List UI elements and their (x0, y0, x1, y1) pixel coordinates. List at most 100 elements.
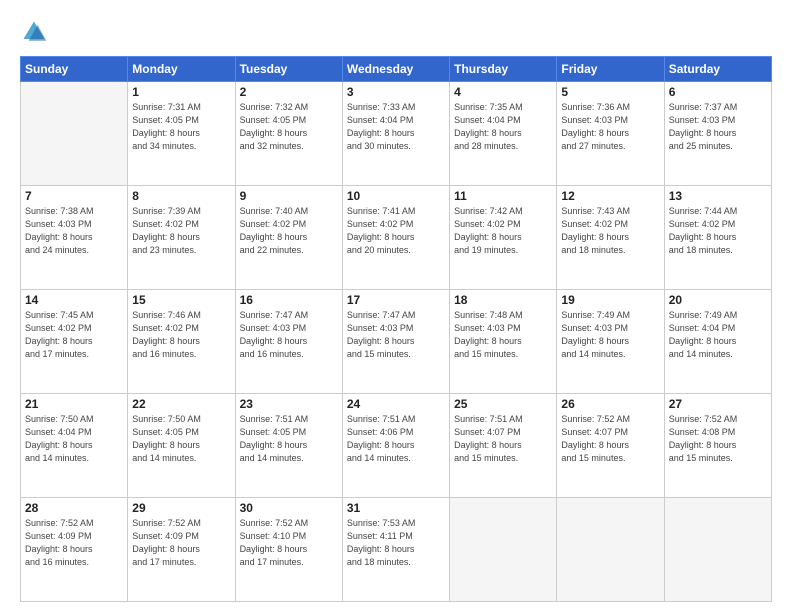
calendar-cell: 31 Sunrise: 7:53 AMSunset: 4:11 PMDayligh… (342, 498, 449, 602)
calendar-cell (557, 498, 664, 602)
calendar-week-row: 21 Sunrise: 7:50 AMSunset: 4:04 PMDayligh… (21, 394, 772, 498)
calendar-cell: 20 Sunrise: 7:49 AMSunset: 4:04 PMDayligh… (664, 290, 771, 394)
day-number: 5 (561, 85, 659, 99)
day-number: 30 (240, 501, 338, 515)
day-number: 24 (347, 397, 445, 411)
calendar-cell: 15 Sunrise: 7:46 AMSunset: 4:02 PMDayligh… (128, 290, 235, 394)
day-number: 14 (25, 293, 123, 307)
calendar-cell: 7 Sunrise: 7:38 AMSunset: 4:03 PMDaylight… (21, 186, 128, 290)
calendar-cell: 8 Sunrise: 7:39 AMSunset: 4:02 PMDaylight… (128, 186, 235, 290)
day-number: 26 (561, 397, 659, 411)
calendar-week-row: 28 Sunrise: 7:52 AMSunset: 4:09 PMDayligh… (21, 498, 772, 602)
day-info: Sunrise: 7:33 AMSunset: 4:04 PMDaylight:… (347, 101, 445, 153)
calendar-cell: 14 Sunrise: 7:45 AMSunset: 4:02 PMDayligh… (21, 290, 128, 394)
day-info: Sunrise: 7:52 AMSunset: 4:07 PMDaylight:… (561, 413, 659, 465)
calendar-cell: 6Sunrise: 7:37 AMSunset: 4:03 PMDaylight… (664, 82, 771, 186)
calendar-cell: 5 Sunrise: 7:36 AMSunset: 4:03 PMDaylight… (557, 82, 664, 186)
weekday-header: Thursday (450, 57, 557, 82)
calendar-cell: 21 Sunrise: 7:50 AMSunset: 4:04 PMDayligh… (21, 394, 128, 498)
day-info: Sunrise: 7:53 AMSunset: 4:11 PMDaylight:… (347, 517, 445, 569)
day-info: Sunrise: 7:45 AMSunset: 4:02 PMDaylight:… (25, 309, 123, 361)
calendar-cell: 29 Sunrise: 7:52 AMSunset: 4:09 PMDayligh… (128, 498, 235, 602)
day-info: Sunrise: 7:35 AMSunset: 4:04 PMDaylight:… (454, 101, 552, 153)
day-number: 16 (240, 293, 338, 307)
calendar-cell: 28 Sunrise: 7:52 AMSunset: 4:09 PMDayligh… (21, 498, 128, 602)
day-info: Sunrise: 7:52 AMSunset: 4:08 PMDaylight:… (669, 413, 767, 465)
calendar-cell: 12Sunrise: 7:43 AMSunset: 4:02 PMDayligh… (557, 186, 664, 290)
calendar-cell (664, 498, 771, 602)
calendar-table: SundayMondayTuesdayWednesdayThursdayFrid… (20, 56, 772, 602)
day-info: Sunrise: 7:31 AMSunset: 4:05 PMDaylight:… (132, 101, 230, 153)
day-info: Sunrise: 7:46 AMSunset: 4:02 PMDaylight:… (132, 309, 230, 361)
day-info: Sunrise: 7:40 AMSunset: 4:02 PMDaylight:… (240, 205, 338, 257)
calendar-cell: 9 Sunrise: 7:40 AMSunset: 4:02 PMDaylight… (235, 186, 342, 290)
day-number: 29 (132, 501, 230, 515)
logo-icon (20, 18, 48, 46)
weekday-header: Tuesday (235, 57, 342, 82)
day-number: 31 (347, 501, 445, 515)
day-number: 10 (347, 189, 445, 203)
calendar-cell: 1Sunrise: 7:31 AMSunset: 4:05 PMDaylight… (128, 82, 235, 186)
day-info: Sunrise: 7:52 AMSunset: 4:10 PMDaylight:… (240, 517, 338, 569)
day-info: Sunrise: 7:36 AMSunset: 4:03 PMDaylight:… (561, 101, 659, 153)
day-number: 25 (454, 397, 552, 411)
day-number: 13 (669, 189, 767, 203)
day-info: Sunrise: 7:51 AMSunset: 4:07 PMDaylight:… (454, 413, 552, 465)
day-number: 3 (347, 85, 445, 99)
weekday-header: Sunday (21, 57, 128, 82)
calendar-cell: 11 Sunrise: 7:42 AMSunset: 4:02 PMDayligh… (450, 186, 557, 290)
calendar-cell: 27 Sunrise: 7:52 AMSunset: 4:08 PMDayligh… (664, 394, 771, 498)
day-number: 18 (454, 293, 552, 307)
day-info: Sunrise: 7:38 AMSunset: 4:03 PMDaylight:… (25, 205, 123, 257)
calendar-cell: 3 Sunrise: 7:33 AMSunset: 4:04 PMDaylight… (342, 82, 449, 186)
day-number: 22 (132, 397, 230, 411)
day-info: Sunrise: 7:47 AMSunset: 4:03 PMDaylight:… (240, 309, 338, 361)
calendar-cell: 23Sunrise: 7:51 AMSunset: 4:05 PMDayligh… (235, 394, 342, 498)
calendar-week-row: 7 Sunrise: 7:38 AMSunset: 4:03 PMDaylight… (21, 186, 772, 290)
header (20, 18, 772, 46)
day-number: 15 (132, 293, 230, 307)
day-info: Sunrise: 7:32 AMSunset: 4:05 PMDaylight:… (240, 101, 338, 153)
day-number: 11 (454, 189, 552, 203)
day-number: 17 (347, 293, 445, 307)
day-number: 2 (240, 85, 338, 99)
day-info: Sunrise: 7:44 AMSunset: 4:02 PMDaylight:… (669, 205, 767, 257)
day-info: Sunrise: 7:41 AMSunset: 4:02 PMDaylight:… (347, 205, 445, 257)
day-number: 23 (240, 397, 338, 411)
calendar-week-row: 1Sunrise: 7:31 AMSunset: 4:05 PMDaylight… (21, 82, 772, 186)
calendar-cell: 13 Sunrise: 7:44 AMSunset: 4:02 PMDayligh… (664, 186, 771, 290)
day-info: Sunrise: 7:49 AMSunset: 4:04 PMDaylight:… (669, 309, 767, 361)
calendar-cell: 17Sunrise: 7:47 AMSunset: 4:03 PMDayligh… (342, 290, 449, 394)
day-info: Sunrise: 7:50 AMSunset: 4:04 PMDaylight:… (25, 413, 123, 465)
day-info: Sunrise: 7:50 AMSunset: 4:05 PMDaylight:… (132, 413, 230, 465)
day-number: 20 (669, 293, 767, 307)
day-number: 19 (561, 293, 659, 307)
day-info: Sunrise: 7:43 AMSunset: 4:02 PMDaylight:… (561, 205, 659, 257)
calendar-week-row: 14 Sunrise: 7:45 AMSunset: 4:02 PMDayligh… (21, 290, 772, 394)
calendar-cell: 24Sunrise: 7:51 AMSunset: 4:06 PMDayligh… (342, 394, 449, 498)
weekday-header: Wednesday (342, 57, 449, 82)
day-number: 28 (25, 501, 123, 515)
calendar-cell: 19 Sunrise: 7:49 AMSunset: 4:03 PMDayligh… (557, 290, 664, 394)
weekday-header: Friday (557, 57, 664, 82)
day-number: 27 (669, 397, 767, 411)
calendar-header-row: SundayMondayTuesdayWednesdayThursdayFrid… (21, 57, 772, 82)
weekday-header: Saturday (664, 57, 771, 82)
calendar-cell (450, 498, 557, 602)
logo (20, 18, 52, 46)
day-info: Sunrise: 7:49 AMSunset: 4:03 PMDaylight:… (561, 309, 659, 361)
calendar-cell: 10 Sunrise: 7:41 AMSunset: 4:02 PMDayligh… (342, 186, 449, 290)
day-number: 8 (132, 189, 230, 203)
day-number: 9 (240, 189, 338, 203)
day-info: Sunrise: 7:42 AMSunset: 4:02 PMDaylight:… (454, 205, 552, 257)
day-info: Sunrise: 7:52 AMSunset: 4:09 PMDaylight:… (132, 517, 230, 569)
calendar-cell: 4Sunrise: 7:35 AMSunset: 4:04 PMDaylight… (450, 82, 557, 186)
calendar-cell: 2 Sunrise: 7:32 AMSunset: 4:05 PMDaylight… (235, 82, 342, 186)
day-info: Sunrise: 7:37 AMSunset: 4:03 PMDaylight:… (669, 101, 767, 153)
day-number: 7 (25, 189, 123, 203)
calendar-cell: 26 Sunrise: 7:52 AMSunset: 4:07 PMDayligh… (557, 394, 664, 498)
day-info: Sunrise: 7:39 AMSunset: 4:02 PMDaylight:… (132, 205, 230, 257)
day-info: Sunrise: 7:52 AMSunset: 4:09 PMDaylight:… (25, 517, 123, 569)
day-number: 21 (25, 397, 123, 411)
calendar-cell (21, 82, 128, 186)
